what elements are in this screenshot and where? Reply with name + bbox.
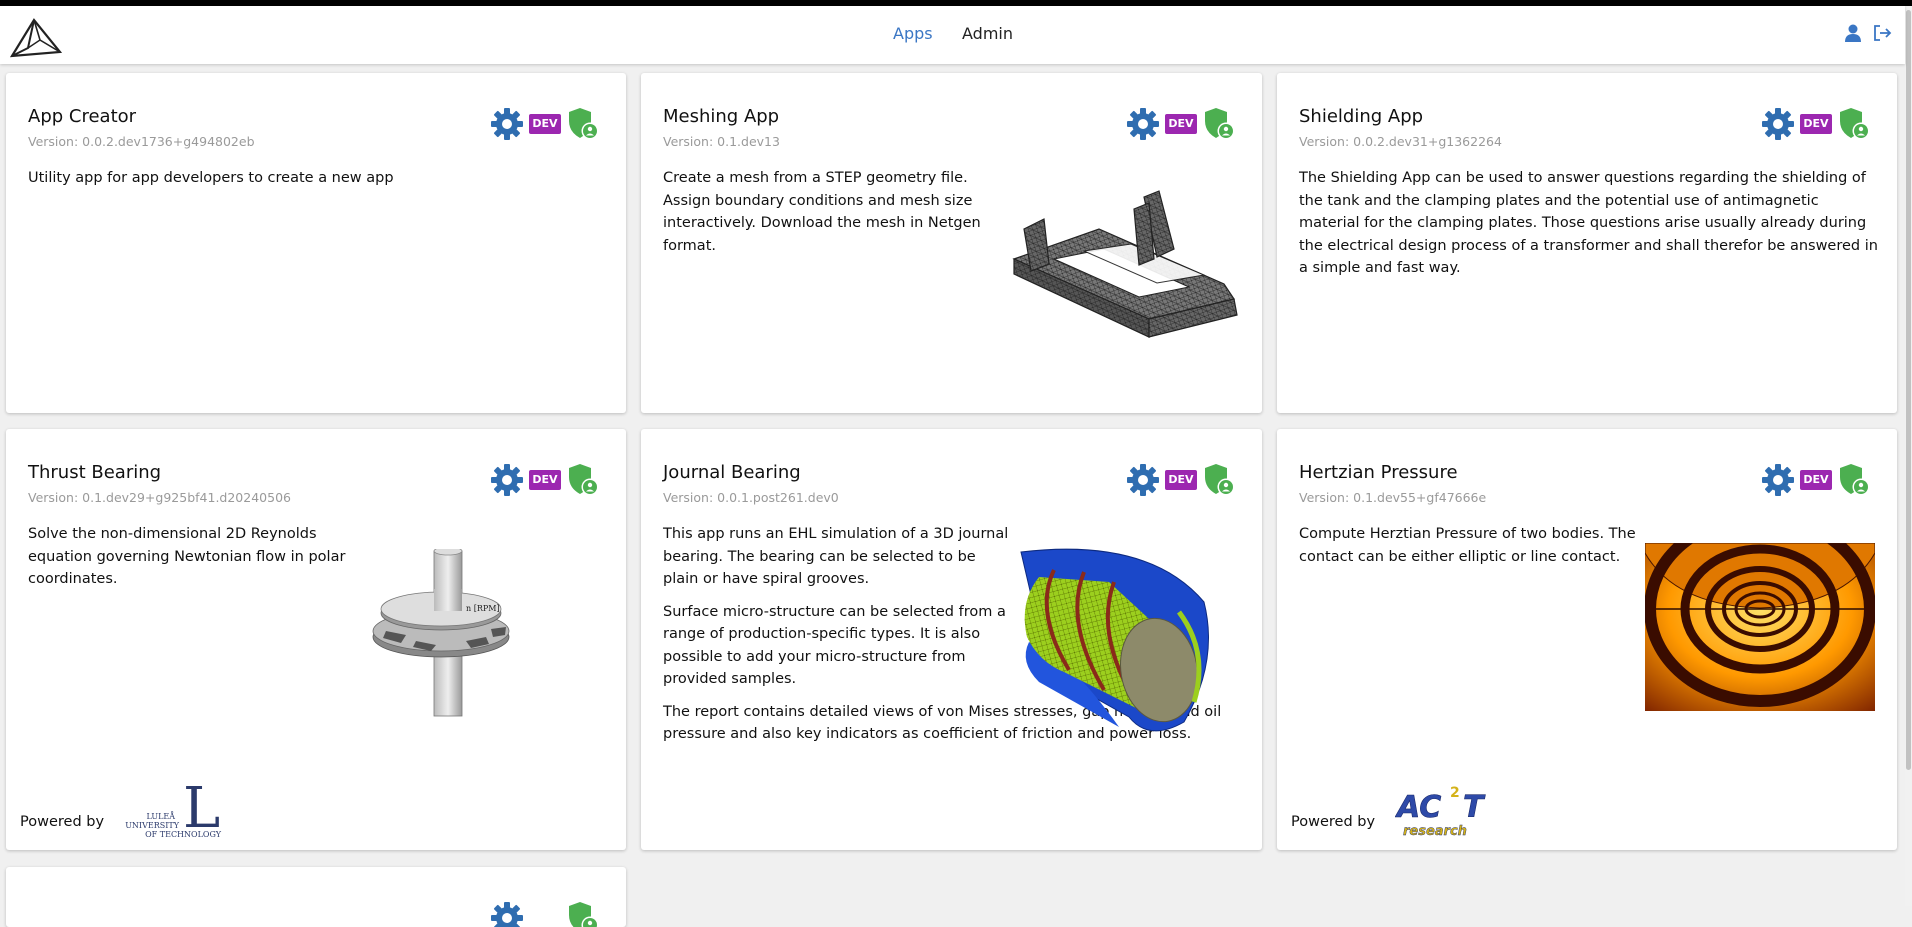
shield-user-icon[interactable] <box>568 463 600 497</box>
app-badges: DEV <box>1126 463 1236 497</box>
dev-badge: DEV <box>1800 114 1832 134</box>
logo-ac: AC <box>1395 790 1441 825</box>
logo-line-2: UNIVERSITY <box>125 821 180 830</box>
shield-user-icon[interactable] <box>568 107 600 141</box>
app-title: Thrust Bearing <box>28 462 162 483</box>
journal-bearing-image <box>1020 548 1209 732</box>
app-badges: DEV <box>1126 107 1236 141</box>
logout-icon[interactable] <box>1872 23 1892 43</box>
page-scrollbar[interactable] <box>1905 6 1912 906</box>
user-icon[interactable] <box>1844 23 1862 43</box>
app-description: Solve the non-dimensional 2D Reynolds eq… <box>28 523 358 601</box>
app-version: Version: 0.1.dev55+gf47666e <box>1299 490 1487 505</box>
gear-icon[interactable] <box>1761 107 1795 141</box>
app-version: Version: 0.1.dev29+g925bf41.d20240506 <box>28 490 291 505</box>
dev-badge: DEV <box>529 114 561 134</box>
logo-t: T <box>1463 790 1486 825</box>
description-paragraph: This app runs an EHL simulation of a 3D … <box>663 526 1009 587</box>
dev-badge: DEV <box>1165 114 1197 134</box>
logo-research: research <box>1403 824 1467 839</box>
mesh-frame-image <box>1012 190 1238 338</box>
hertzian-pressure-image <box>1645 543 1875 711</box>
rpm-label: n [RPM] <box>466 604 500 613</box>
app-card-shielding-app[interactable]: Shielding App Version: 0.0.2.dev31+g1362… <box>1277 73 1897 413</box>
thrust-bearing-image: n [RPM] <box>372 549 510 717</box>
shield-user-icon[interactable] <box>1839 107 1871 141</box>
powered-by-label: Powered by <box>20 814 105 830</box>
lulea-university-logo: L LULEÅ UNIVERSITY OF TECHNOLOGY <box>125 779 222 839</box>
scrollbar-thumb[interactable] <box>1906 10 1911 770</box>
app-badges: DEV <box>490 463 600 497</box>
description-paragraph: Create a mesh from a STEP geometry file.… <box>663 170 981 254</box>
app-version: Version: 0.0.2.dev1736+g494802eb <box>28 134 255 149</box>
app-description: The Shielding App can be used to answer … <box>1299 167 1881 290</box>
app-title: App Creator <box>28 106 137 127</box>
shield-user-icon[interactable] <box>1839 463 1871 497</box>
shield-user-icon[interactable] <box>1204 463 1236 497</box>
description-paragraph: Compute Herztian Pressure of two bodies.… <box>1299 526 1636 565</box>
gear-icon[interactable] <box>1126 463 1160 497</box>
mountain-logo-icon[interactable] <box>10 18 62 58</box>
app-card-partial[interactable] <box>6 867 626 927</box>
description-paragraph: Utility app for app developers to create… <box>28 170 394 186</box>
app-version: Version: 0.0.1.post261.dev0 <box>663 490 839 505</box>
app-badges <box>490 901 600 927</box>
logo-line-3: OF TECHNOLOGY <box>145 830 222 839</box>
app-badges: DEV <box>1761 463 1871 497</box>
shield-user-icon[interactable] <box>1204 107 1236 141</box>
ac2t-research-logo: AC 2 T research <box>1395 785 1486 839</box>
description-paragraph: Surface micro-structure can be selected … <box>663 603 1006 688</box>
app-version: Version: 0.0.2.dev31+g1362264 <box>1299 134 1502 149</box>
app-title: Meshing App <box>663 106 780 127</box>
logo-superscript: 2 <box>1450 785 1460 801</box>
dev-badge: DEV <box>1800 470 1832 490</box>
app-description: Compute Herztian Pressure of two bodies.… <box>1299 523 1644 578</box>
shield-user-icon[interactable] <box>568 901 600 927</box>
app-description: Create a mesh from a STEP geometry file.… <box>663 167 998 267</box>
description-paragraph: The Shielding App can be used to answer … <box>1299 170 1878 276</box>
logo-line-1: LULEÅ <box>146 812 175 821</box>
app-title: Shielding App <box>1299 106 1424 127</box>
powered-by-label: Powered by <box>1291 814 1376 830</box>
dev-badge: DEV <box>1165 470 1197 490</box>
app-card-app-creator[interactable]: App Creator Version: 0.0.2.dev1736+g4948… <box>6 73 626 413</box>
app-card-hertzian-pressure[interactable]: Hertzian Pressure Version: 0.1.dev55+gf4… <box>1277 429 1897 850</box>
gear-icon[interactable] <box>1126 107 1160 141</box>
app-title: Journal Bearing <box>663 462 801 483</box>
gear-icon[interactable] <box>1761 463 1795 497</box>
app-version: Version: 0.1.dev13 <box>663 134 780 149</box>
dev-badge: DEV <box>529 470 561 490</box>
nav-admin-link[interactable]: Admin <box>962 24 1013 43</box>
nav-apps-link[interactable]: Apps <box>893 24 933 43</box>
app-card-thrust-bearing[interactable]: Thrust Bearing Version: 0.1.dev29+g925bf… <box>6 429 626 850</box>
gear-icon[interactable] <box>490 901 524 927</box>
app-card-meshing-app[interactable]: Meshing App Version: 0.1.dev13 DEV Creat… <box>641 73 1262 413</box>
app-title: Hertzian Pressure <box>1299 462 1458 483</box>
gear-icon[interactable] <box>490 463 524 497</box>
app-description: Utility app for app developers to create… <box>28 167 588 200</box>
app-badges: DEV <box>490 107 600 141</box>
top-navbar: Apps Admin <box>0 6 1905 64</box>
description-paragraph: Solve the non-dimensional 2D Reynolds eq… <box>28 526 346 587</box>
gear-icon[interactable] <box>490 107 524 141</box>
app-badges: DEV <box>1761 107 1871 141</box>
app-card-journal-bearing[interactable]: Journal Bearing Version: 0.0.1.post261.d… <box>641 429 1262 850</box>
